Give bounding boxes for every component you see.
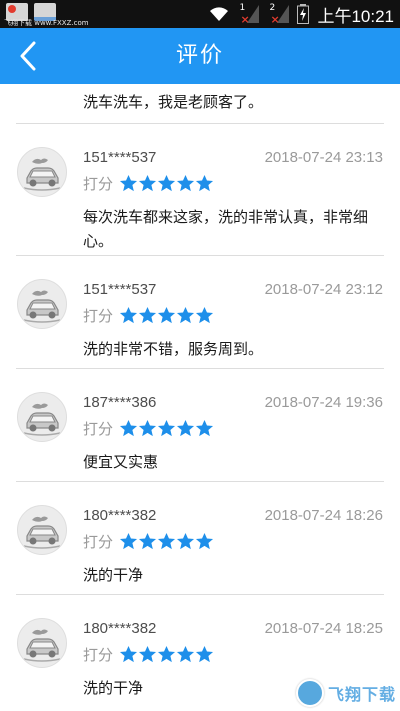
review-content: 每次洗车都来这家，洗的非常认真，非常细心。 <box>83 208 369 250</box>
review-date: 2018-07-24 19:36 <box>264 394 383 411</box>
reviewer-name: 151****537 <box>83 281 157 298</box>
star-icon <box>157 532 176 549</box>
status-bar: 飞翔下载 www.FXXZ.com 1 × 2 × 上午10:21 <box>0 0 400 28</box>
star-rating <box>119 174 214 193</box>
star-icon <box>119 419 138 436</box>
header-bar: 评价 <box>0 28 400 84</box>
star-rating <box>119 645 214 664</box>
review-date: 2018-07-24 18:26 <box>264 507 383 524</box>
score-row: 打分 <box>83 416 214 440</box>
star-icon <box>119 306 138 323</box>
reviewer-name: 180****382 <box>83 620 157 637</box>
avatar <box>17 279 67 329</box>
avatar <box>17 505 67 555</box>
star-icon <box>157 419 176 436</box>
star-rating <box>119 419 214 438</box>
star-icon <box>176 419 195 436</box>
score-label: 打分 <box>83 174 114 193</box>
review-content: 洗的非常不错，服务周到。 <box>83 340 264 358</box>
star-icon <box>138 306 157 323</box>
avatar <box>17 618 67 668</box>
score-label: 打分 <box>83 532 114 551</box>
score-label: 打分 <box>83 419 114 438</box>
reviewer-name: 180****382 <box>83 507 157 524</box>
star-icon <box>176 532 195 549</box>
avatar <box>17 392 67 442</box>
score-row: 打分 <box>83 171 214 195</box>
page-title: 评价 <box>175 43 224 68</box>
star-icon <box>195 645 214 662</box>
review-date: 2018-07-24 18:25 <box>264 620 383 637</box>
star-rating <box>119 532 214 551</box>
review-date: 2018-07-24 23:13 <box>264 149 383 166</box>
star-icon <box>195 306 214 323</box>
divider <box>16 255 384 256</box>
divider <box>16 368 384 369</box>
star-icon <box>176 306 195 323</box>
review-content: 便宜又实惠 <box>83 453 159 471</box>
score-label: 打分 <box>83 645 114 664</box>
score-row: 打分 <box>83 303 214 327</box>
review-content: 洗的干净 <box>83 566 144 584</box>
star-icon <box>157 645 176 662</box>
back-button[interactable] <box>8 36 48 76</box>
star-icon <box>176 645 195 662</box>
star-icon <box>138 645 157 662</box>
reviewer-name: 151****537 <box>83 149 157 166</box>
divider <box>16 123 384 124</box>
divider <box>16 481 384 482</box>
score-label: 打分 <box>83 306 114 325</box>
review-list[interactable]: 洗车洗车，我是老顾客了。 151****537 2018-07-24 23:13… <box>0 84 400 711</box>
star-icon <box>119 645 138 662</box>
star-icon <box>195 532 214 549</box>
logo-icon <box>295 679 324 707</box>
list-item: 洗车洗车，我是老顾客了。 <box>0 84 400 124</box>
star-icon <box>157 306 176 323</box>
corner-logo: 飞翔下载 <box>295 679 396 707</box>
star-icon <box>138 532 157 549</box>
divider <box>16 594 384 595</box>
sim2-signal-icon: 2 × <box>267 3 290 26</box>
star-icon <box>138 174 157 191</box>
reviewer-name: 187****386 <box>83 394 157 411</box>
score-row: 打分 <box>83 642 214 666</box>
battery-icon <box>297 4 310 24</box>
review-content: 洗车洗车，我是老顾客了。 <box>83 93 264 111</box>
star-icon <box>195 174 214 191</box>
star-icon <box>138 419 157 436</box>
sim1-signal-icon: 1 × <box>237 3 260 26</box>
wifi-icon <box>210 7 229 21</box>
review-date: 2018-07-24 23:12 <box>264 281 383 298</box>
chevron-left-icon <box>20 41 36 71</box>
star-icon <box>195 419 214 436</box>
score-row: 打分 <box>83 529 214 553</box>
star-icon <box>157 174 176 191</box>
clock: 上午10:21 <box>317 6 394 26</box>
avatar <box>17 147 67 197</box>
watermark-text: 飞翔下载 www.FXXZ.com <box>4 19 89 27</box>
star-icon <box>119 532 138 549</box>
star-icon <box>176 174 195 191</box>
star-icon <box>119 174 138 191</box>
star-rating <box>119 306 214 325</box>
